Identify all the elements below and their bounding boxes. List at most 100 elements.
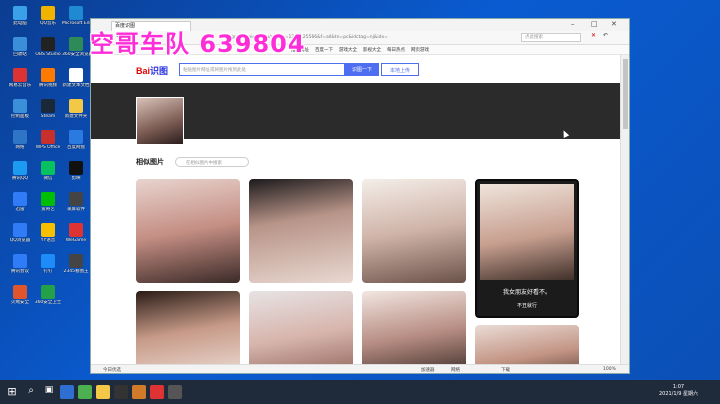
start-icon[interactable]: ⊞ (5, 385, 19, 399)
app-icon[interactable] (114, 385, 128, 399)
page-content: Bai识图 粘贴图片网址或将图片拖到此处 识图一下 本地上传 相似图片 在相似图… (91, 55, 622, 365)
result-image[interactable]: 我女朋友好看不。 不丑就行 (475, 179, 579, 318)
result-image[interactable] (249, 179, 353, 283)
app-icon (13, 130, 27, 144)
result-image[interactable] (136, 291, 240, 365)
desktop-icon[interactable]: Microsoft Edge (62, 6, 90, 26)
task-view-icon[interactable]: ▣ (42, 385, 56, 399)
result-photo (480, 184, 574, 280)
desktop-icon[interactable]: 此电脑 (6, 6, 34, 26)
status-left[interactable]: 今日优选 (103, 367, 121, 373)
scroll-thumb[interactable] (623, 59, 628, 129)
app-icon (41, 130, 55, 144)
desktop-icon-label: 腾讯QQ (11, 176, 29, 181)
result-image[interactable] (362, 179, 466, 283)
app-icon[interactable] (78, 385, 92, 399)
desktop-icon-label: WPS Office (35, 145, 61, 150)
query-image (136, 97, 184, 145)
result-image[interactable] (136, 179, 240, 283)
desktop-icon[interactable]: 微信 (34, 161, 62, 181)
app-icon (69, 254, 83, 268)
upload-button[interactable]: 本地上传 (381, 63, 419, 76)
app-icon (41, 37, 55, 51)
edge-icon[interactable] (60, 385, 74, 399)
zoom-level[interactable]: 100% (603, 367, 616, 372)
desktop-icon[interactable]: QQ浏览器 (6, 223, 34, 243)
app-icon (41, 254, 55, 268)
desktop-icon[interactable]: Steam (34, 99, 62, 119)
favorite-link[interactable]: 百度一下 (315, 47, 333, 53)
favorite-link[interactable]: 游戏大全 (339, 47, 357, 53)
app-icon (41, 161, 55, 175)
desktop-icon[interactable]: 百度网盘 (62, 130, 90, 150)
scrollbar[interactable] (620, 55, 629, 365)
desktop-icon[interactable]: 录屏软件 (62, 192, 90, 212)
desktop-icon[interactable]: 网络 (6, 130, 34, 150)
baidu-logo[interactable]: Bai识图 (136, 64, 168, 77)
desktop-icon-label: QQ浏览器 (9, 238, 31, 243)
desktop-icon[interactable]: 腾讯会议 (6, 254, 34, 274)
undo-icon[interactable]: ↶ (603, 32, 608, 39)
desktop-icon[interactable]: YY语音 (34, 223, 62, 243)
logo-text-right: 识图 (150, 66, 169, 76)
clock-time: 1:07 (672, 384, 685, 390)
desktop-icon[interactable]: 迅雷 (6, 192, 34, 212)
desktop-icon[interactable]: 火绒安全 (6, 285, 34, 305)
app-icon[interactable] (168, 385, 182, 399)
app-icon (41, 192, 55, 206)
favorite-link[interactable]: 影视大全 (363, 47, 381, 53)
result-image[interactable] (475, 325, 579, 365)
desktop-icon[interactable]: 控制面板 (6, 99, 34, 119)
app-icon (13, 223, 27, 237)
search-icon[interactable]: ⌕ (24, 385, 38, 399)
desktop-icon-label: 控制面板 (11, 114, 29, 119)
desktop-icon[interactable]: 2345看图王 (62, 254, 90, 274)
favorite-link[interactable]: 网页游戏 (411, 47, 429, 53)
desktop-icon[interactable]: 新建文件夹 (62, 99, 90, 119)
watermark-banner: 空哥车队 639804 (90, 30, 306, 58)
baidu-header: Bai识图 粘贴图片网址或将图片拖到此处 识图一下 本地上传 (91, 55, 622, 83)
app-icon[interactable] (132, 385, 146, 399)
close-icon[interactable]: ✕ (611, 20, 617, 28)
desktop-icon-label: 网络 (15, 145, 25, 150)
desktop-icon[interactable]: 网易云音乐 (6, 68, 34, 88)
menu-icon[interactable]: ✕ (591, 32, 596, 39)
app-icon (13, 99, 27, 113)
folder-icon[interactable] (96, 385, 110, 399)
desktop-icon[interactable]: 360安全浏览器 (62, 37, 90, 57)
maximize-icon[interactable]: □ (591, 20, 598, 28)
desktop-icon[interactable]: 腾讯QQ (6, 161, 34, 181)
search-image-button[interactable]: 识图一下 (345, 63, 379, 76)
similar-search-input[interactable]: 在相似图片中搜索 (175, 157, 249, 167)
desktop-icon[interactable]: QQ音乐 (34, 6, 62, 26)
system-clock[interactable]: 1:07 2021/1/9 星期六 (659, 384, 698, 398)
result-image[interactable] (249, 291, 353, 365)
desktop-icon[interactable]: WeGame (62, 223, 90, 243)
desktop-icon[interactable]: 钉钉 (34, 254, 62, 274)
image-url-input[interactable]: 粘贴图片网址或将图片拖到此处 (179, 63, 345, 76)
status-item[interactable]: 加速器 (421, 367, 435, 373)
desktop-icon-label: 录屏软件 (67, 207, 85, 212)
desktop-icon-label: 百度网盘 (67, 145, 85, 150)
app-icon (41, 99, 55, 113)
desktop-icon[interactable]: 新建文本文档 (62, 68, 90, 88)
desktop-icon-label: 爱奇艺 (41, 207, 55, 212)
desktop-icon[interactable]: 剪映 (62, 161, 90, 181)
app-icon (13, 37, 27, 51)
desktop-icon[interactable]: WPS Office (34, 130, 62, 150)
app-icon[interactable] (150, 385, 164, 399)
desktop-icon[interactable]: OBS Studio (34, 37, 62, 57)
desktop-icon-label: OBS Studio (35, 52, 61, 57)
browser-window: 百度识图 – □ ✕ ◀ ▶ ↻ graph.baidu.com/s?sign=… (90, 18, 630, 374)
desktop-icon[interactable]: 腾讯视频 (34, 68, 62, 88)
minimize-icon[interactable]: – (571, 20, 575, 28)
status-item[interactable]: 下载 (501, 367, 510, 373)
desktop-icon[interactable]: 回收站 (6, 37, 34, 57)
desktop-icon[interactable]: 爱奇艺 (34, 192, 62, 212)
app-icon (41, 6, 55, 20)
desktop-icon[interactable]: 360安全卫士 (34, 285, 62, 305)
browser-search-field[interactable]: 点此搜索 (521, 33, 581, 42)
result-image[interactable] (362, 291, 466, 365)
status-item[interactable]: 网络 (451, 367, 460, 373)
favorite-link[interactable]: 每日热点 (387, 47, 405, 53)
